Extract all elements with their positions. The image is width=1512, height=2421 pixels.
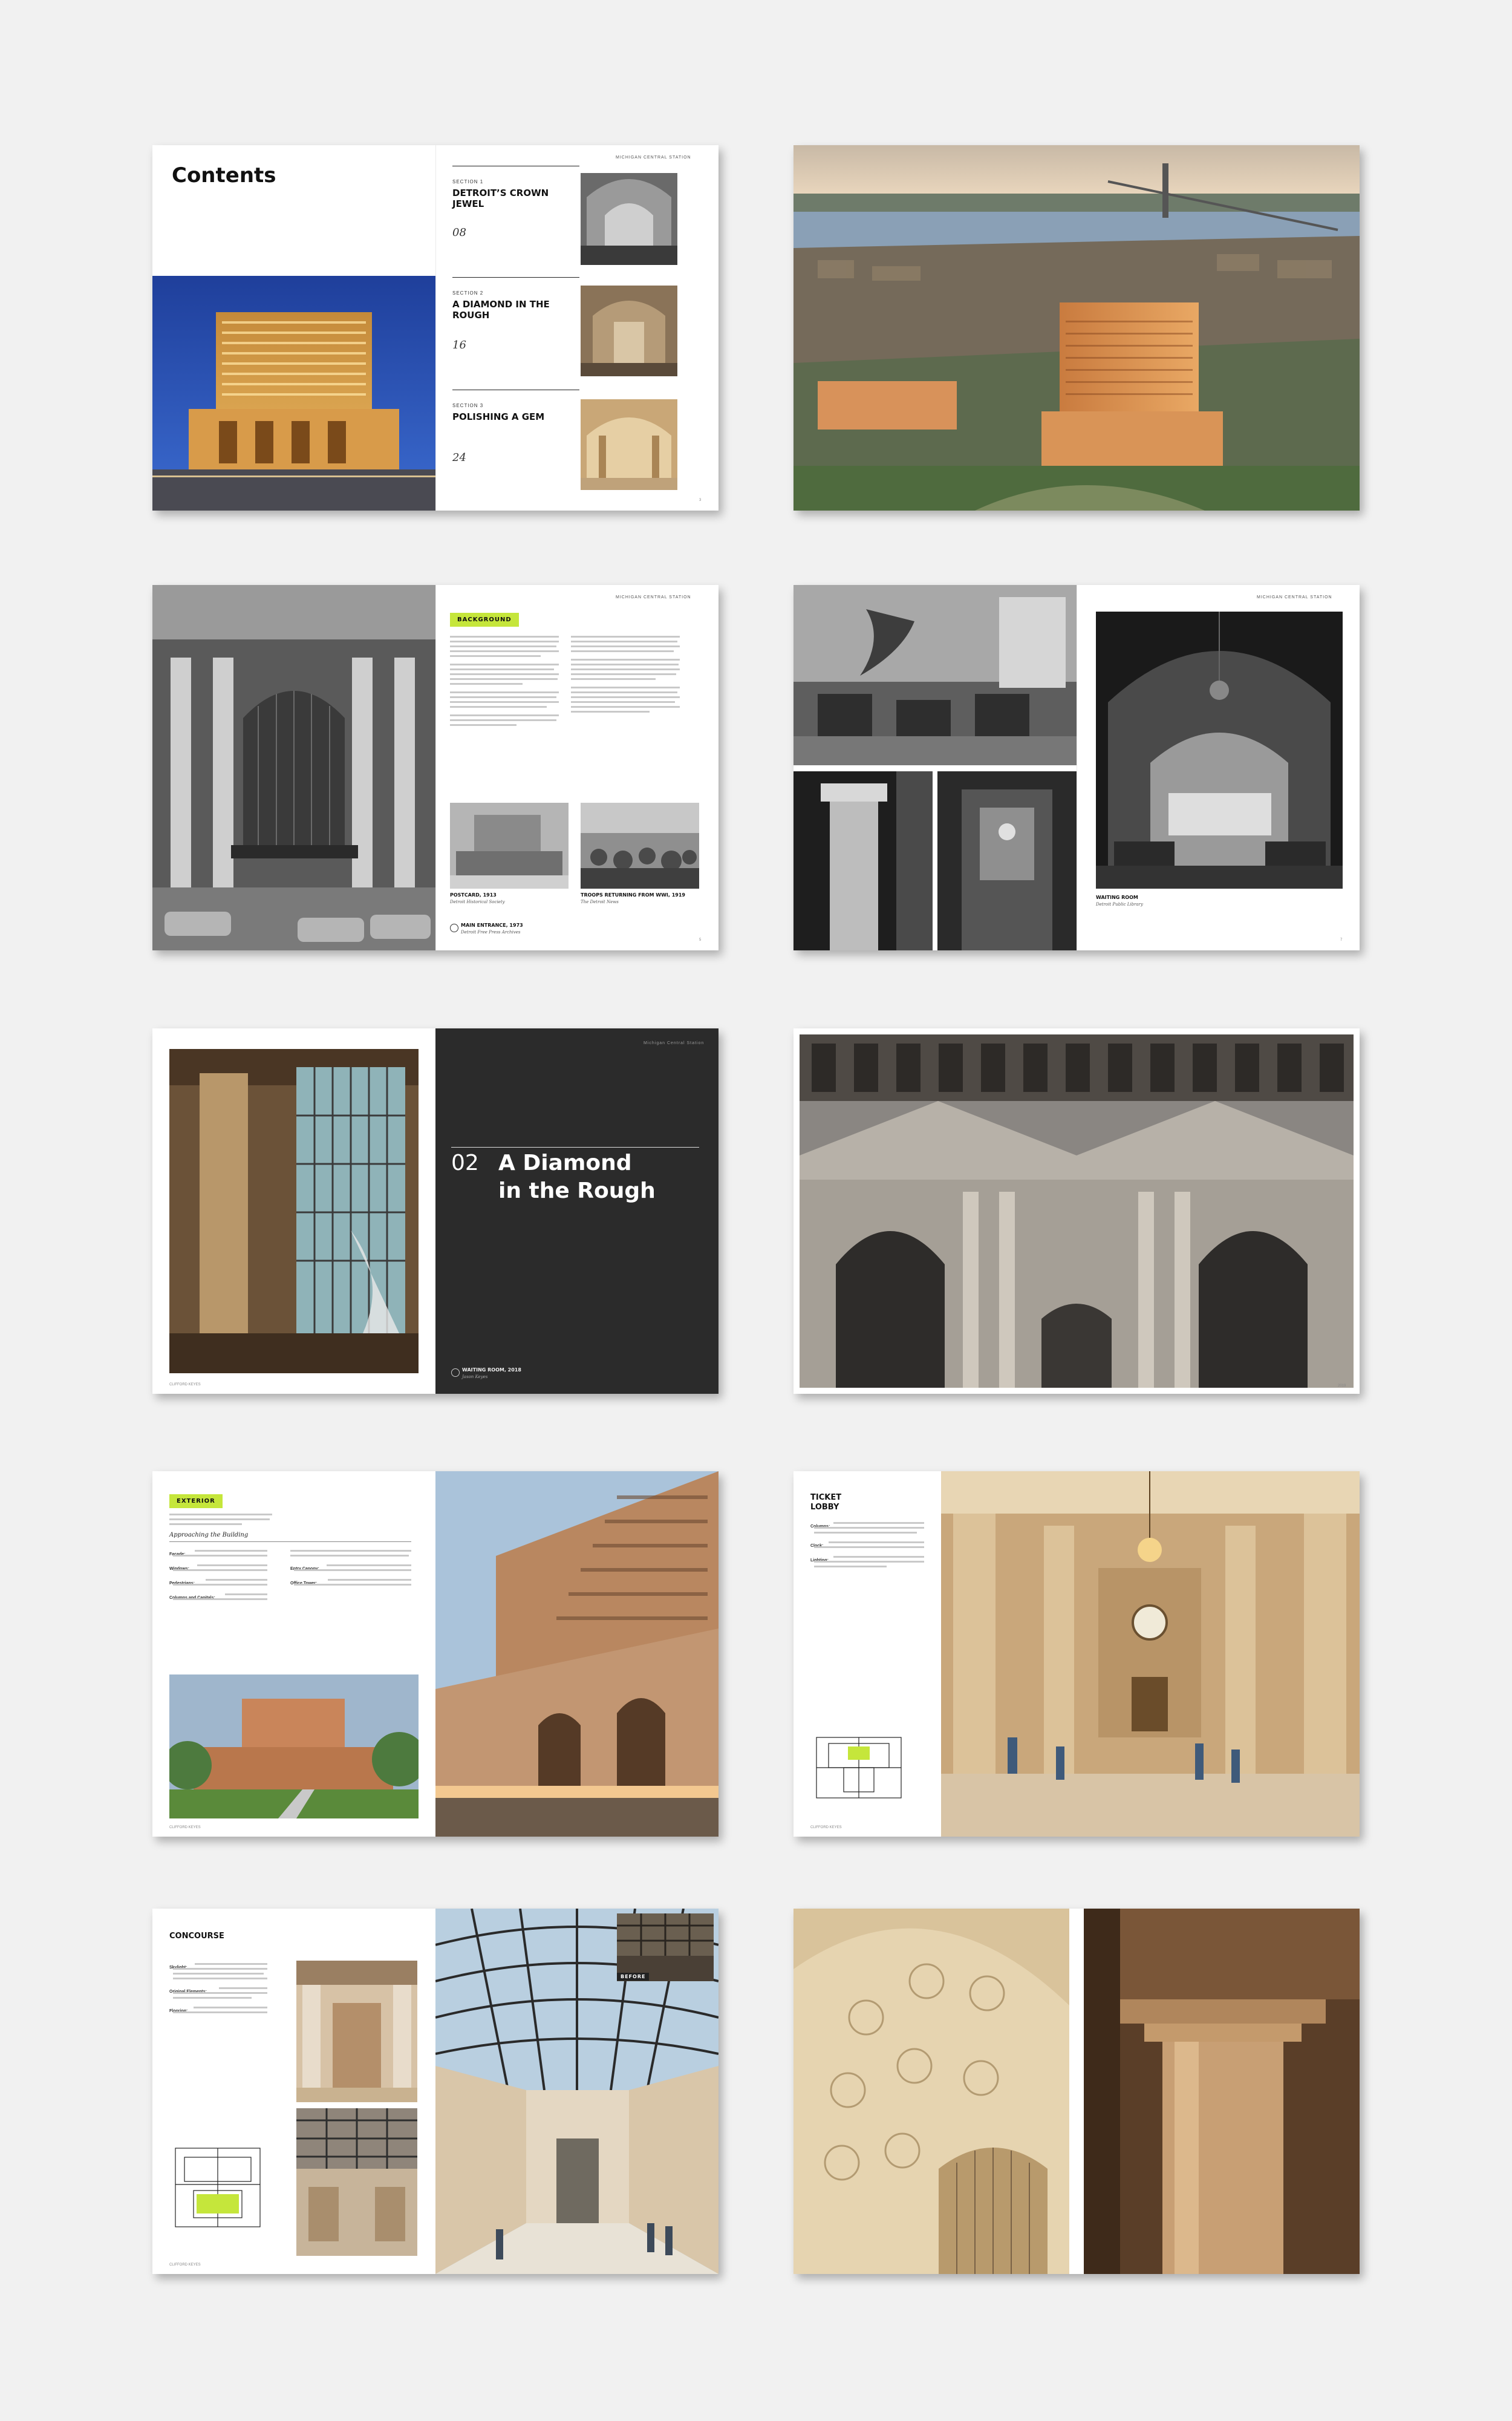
caption-postcard-source: Detroit Historical Society <box>450 900 505 904</box>
section-1-label: SECTION 1 <box>452 179 484 185</box>
spread-concourse: CONCOURSE Skylight: Original Elements: F… <box>152 1909 719 2274</box>
before-label: BEFORE <box>617 1973 650 1981</box>
spread-fold <box>435 585 436 950</box>
page-folio: CLIFFORD KEYES <box>169 2263 201 2267</box>
section-3-page: 24 <box>452 451 466 464</box>
running-head: Michigan Central Station <box>644 1041 705 1045</box>
section-2-label: SECTION 2 <box>452 290 484 296</box>
photo-doorway-detail <box>937 771 1077 950</box>
section-tag-background: BACKGROUND <box>450 613 519 627</box>
photo-facade-arches <box>800 1034 1354 1388</box>
caption-waiting-room-source: Detroit Public Library <box>1096 902 1143 907</box>
spread-facade-photo: 2019 <box>793 1028 1360 1394</box>
photo-before-inset <box>617 1913 714 1981</box>
page-folio: 2019 <box>1338 1384 1346 1388</box>
page-folio: CLIFFORD KEYES <box>810 1826 842 1829</box>
subhead-approaching: Approaching the Building <box>169 1532 249 1538</box>
running-head: MICHIGAN CENTRAL STATION <box>1257 595 1332 600</box>
photo-waiting-room-2018 <box>169 1049 419 1373</box>
photo-restored-hall <box>581 399 677 490</box>
section-title-line1: A Diamond <box>498 1151 632 1175</box>
caption-marker-icon <box>451 1368 460 1377</box>
subhead-rule <box>169 1541 411 1542</box>
caption-marker-icon <box>450 924 458 932</box>
running-head: MICHIGAN CENTRAL STATION <box>616 595 691 600</box>
photo-waiting-room-historic <box>1096 612 1343 889</box>
section-2-title: A DIAMOND IN THE ROUGH <box>452 299 550 321</box>
photo-postcard-1913 <box>450 803 569 889</box>
heading-concourse: CONCOURSE <box>169 1932 224 1941</box>
dark-panel <box>435 1028 719 1394</box>
photo-historic-interior <box>581 173 677 265</box>
photo-concourse-skylight-detail <box>296 2108 417 2256</box>
photo-main-entrance-1973 <box>152 585 435 950</box>
section-rule <box>452 277 579 278</box>
spread-ticket-lobby: TICKET LOBBY Columns: Clock: Lighting: <box>793 1471 1360 1837</box>
heading-lobby: LOBBY <box>810 1503 839 1512</box>
caption-entrance-title: MAIN ENTRANCE, 1973 <box>461 923 523 928</box>
spread-exterior: EXTERIOR Approaching the Building Facade… <box>152 1471 719 1837</box>
caption-postcard-title: POSTCARD, 1913 <box>450 892 497 898</box>
section-tag-exterior: EXTERIOR <box>169 1494 223 1508</box>
photo-waiting-lounge-chairs <box>793 585 1077 765</box>
caption-troops-source: The Detroit News <box>581 900 619 904</box>
caption-opener-source: Jason Keyes <box>462 1374 488 1379</box>
photo-ruined-interior <box>581 286 677 376</box>
photo-station-exterior-dusk <box>169 1674 419 1818</box>
floor-plan-diagram <box>810 1731 907 1804</box>
heading-ticket: TICKET <box>810 1493 842 1502</box>
photo-column-capital <box>1084 1909 1360 2274</box>
photo-ticket-lobby-clock <box>941 1471 1360 1837</box>
section-2-page: 16 <box>452 339 466 351</box>
page-folio: CLIFFORD KEYES <box>169 1383 201 1387</box>
page-folio: CLIFFORD KEYES <box>169 1826 201 1829</box>
section-1-title: DETROIT’S CROWN JEWEL <box>452 188 549 209</box>
title-rule <box>451 1147 699 1148</box>
spread-fold <box>435 145 436 511</box>
photo-station-exterior-corner <box>435 1471 719 1837</box>
caption-troops-title: TROOPS RETURNING FROM WWI, 1919 <box>581 892 685 898</box>
spread-section-opener: CLIFFORD KEYES Michigan Central Station … <box>152 1028 719 1394</box>
section-3-title: POLISHING A GEM <box>452 411 545 422</box>
contents-title: Contents <box>172 163 276 188</box>
running-head: MICHIGAN CENTRAL STATION <box>616 155 691 160</box>
floor-plan-diagram <box>169 2142 266 2233</box>
photo-aerial-station-detroit <box>793 145 1360 511</box>
caption-entrance-source: Detroit Free Press Archives <box>461 930 521 935</box>
page-folio: 7 <box>1340 938 1343 942</box>
section-3-label: SECTION 3 <box>452 403 484 408</box>
spread-details <box>793 1909 1360 2274</box>
photo-troops-returning <box>581 803 699 889</box>
photo-column-detail <box>793 771 933 950</box>
page-folio: 5 <box>699 938 702 942</box>
photo-concourse-doorway <box>296 1961 417 2102</box>
spread-contents: Contents MICHIGAN CENTRAL STATION SECTIO… <box>152 145 719 511</box>
spread-background: MICHIGAN CENTRAL STATION BACKGROUND POST… <box>152 585 719 950</box>
spread-aerial-photo <box>793 145 1360 511</box>
spread-historic-interiors: MICHIGAN CENTRAL STATION WAITING ROOM De… <box>793 585 1360 950</box>
caption-waiting-room-title: WAITING ROOM <box>1096 895 1138 900</box>
section-1-page: 08 <box>452 226 466 239</box>
caption-opener-title: WAITING ROOM, 2018 <box>462 1367 521 1373</box>
page-folio: 3 <box>699 498 702 502</box>
photo-arch-coffers <box>793 1909 1069 2274</box>
section-number: 02 <box>451 1151 479 1175</box>
section-title-line2: in the Rough <box>498 1178 656 1203</box>
photo-station-night-facade <box>152 276 435 511</box>
